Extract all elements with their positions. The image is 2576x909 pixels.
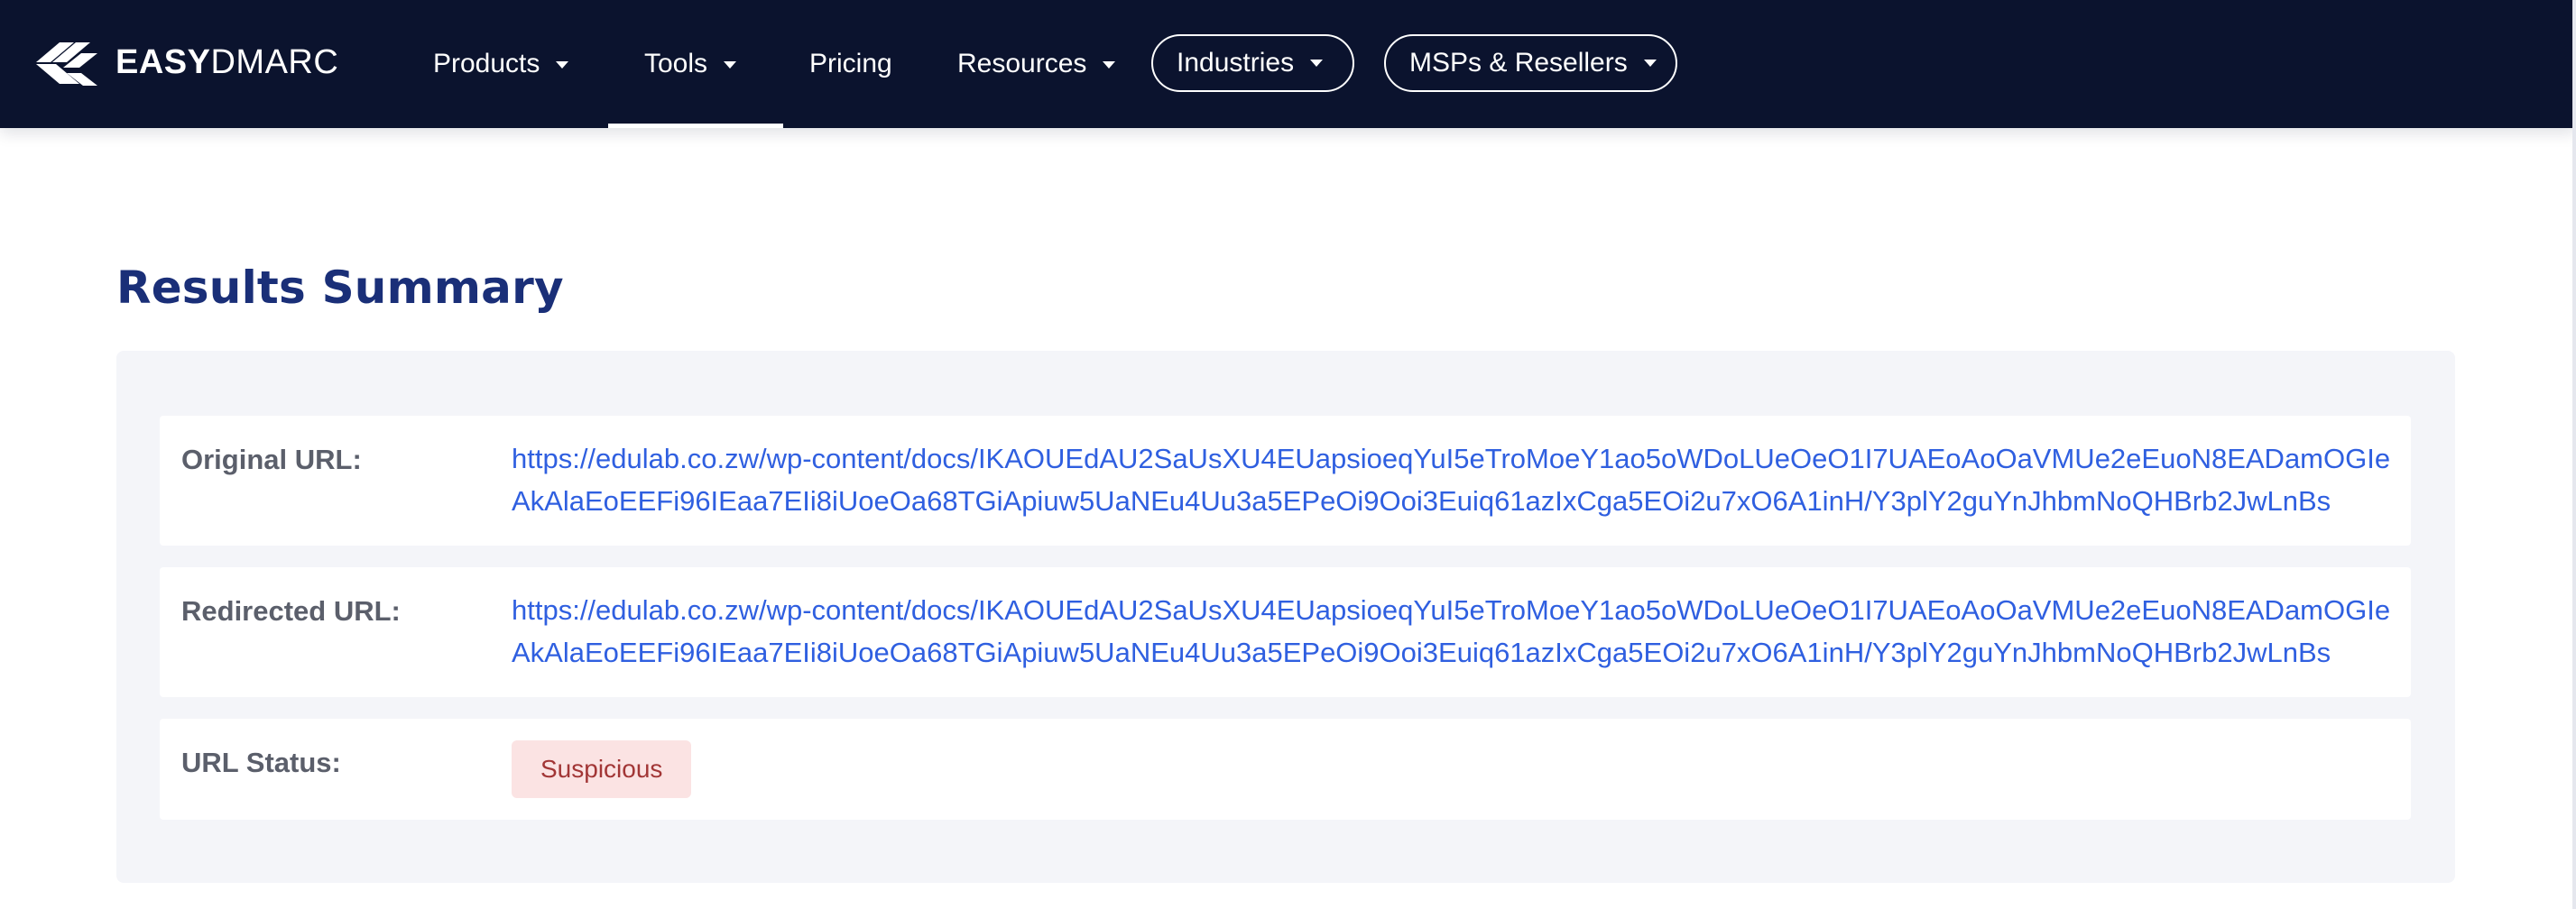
row-label: Redirected URL: [181, 595, 401, 627]
nav-pill-label: MSPs & Resellers [1409, 48, 1628, 78]
brand-wordmark: EASYDMARC [115, 43, 338, 82]
caret-down-icon [1103, 61, 1116, 69]
nav-item-tools[interactable]: Tools [607, 0, 784, 128]
results-summary-title: Results Summary [116, 262, 564, 314]
nav-item-products[interactable]: Products [433, 0, 569, 128]
top-navbar: EASYDMARC Products Tools Pricing Resourc… [0, 0, 2576, 128]
caret-down-icon [556, 61, 569, 69]
nav-pill-msps-resellers[interactable]: MSPs & Resellers [1384, 34, 1677, 92]
brand-name-bold: EASY [115, 42, 211, 81]
result-row-url-status: URL Status: Suspicious [160, 719, 2411, 820]
scrollbar-track[interactable] [2572, 0, 2576, 909]
nav-item-label: Pricing [809, 49, 892, 78]
nav-item-label: Tools [644, 49, 708, 78]
caret-down-icon [724, 61, 737, 69]
brand-name-light: DMARC [210, 42, 339, 81]
nav-item-label: Products [433, 49, 540, 78]
row-label: URL Status: [181, 747, 341, 778]
row-label: Original URL: [181, 444, 362, 475]
nav-pill-label: Industries [1177, 48, 1295, 78]
caret-down-icon [1310, 60, 1324, 67]
result-row-redirected-url: Redirected URL: https://edulab.co.zw/wp-… [160, 567, 2411, 697]
result-row-original-url: Original URL: https://edulab.co.zw/wp-co… [160, 416, 2411, 546]
nav-item-label: Resources [957, 49, 1087, 78]
easydmarc-logo-icon [36, 37, 101, 87]
nav-item-resources[interactable]: Resources [957, 0, 1116, 128]
results-summary-panel: Original URL: https://edulab.co.zw/wp-co… [116, 351, 2455, 883]
nav-pill-industries[interactable]: Industries [1151, 34, 1354, 92]
caret-down-icon [1643, 60, 1657, 67]
redirected-url-link[interactable]: https://edulab.co.zw/wp-content/docs/IKA… [512, 589, 2393, 674]
brand-logo[interactable]: EASYDMARC [36, 34, 338, 90]
original-url-link[interactable]: https://edulab.co.zw/wp-content/docs/IKA… [512, 437, 2393, 522]
nav-item-pricing[interactable]: Pricing [809, 0, 892, 128]
status-badge: Suspicious [512, 740, 692, 798]
